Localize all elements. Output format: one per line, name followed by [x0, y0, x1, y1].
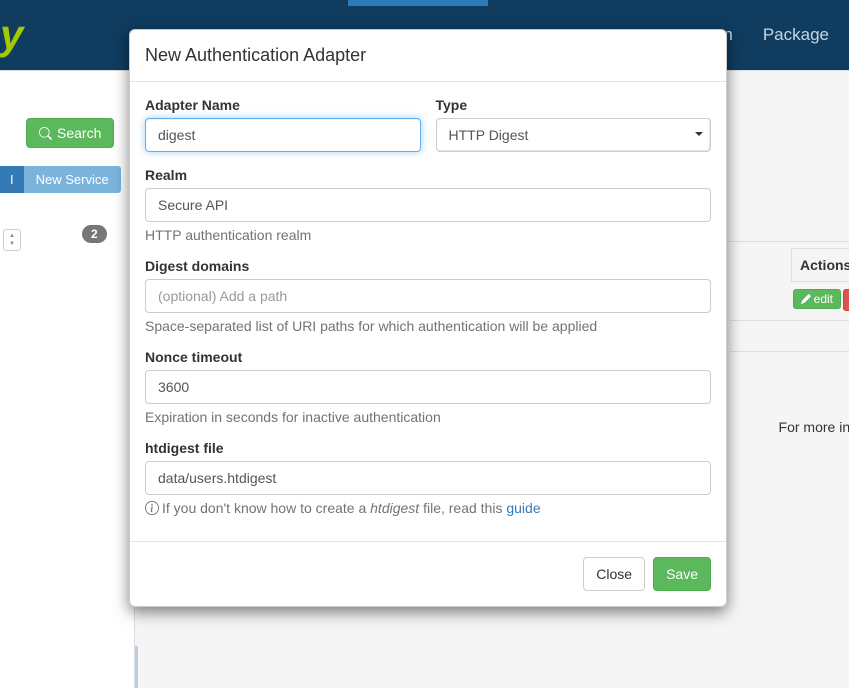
modal-title: New Authentication Adapter [145, 45, 711, 66]
count-badge: 2 [82, 225, 107, 243]
search-icon [39, 127, 52, 140]
new-service-button[interactable]: New Service [24, 166, 121, 193]
realm-help: HTTP authentication realm [145, 227, 711, 243]
adapter-name-input[interactable] [145, 118, 421, 152]
spinner-up-icon[interactable]: ▲ [9, 232, 15, 240]
type-label: Type [436, 97, 712, 113]
edit-button-label: edit [814, 292, 833, 306]
divider [730, 351, 849, 352]
type-select[interactable]: HTTP Digest [436, 118, 712, 152]
nonce-timeout-input[interactable] [145, 370, 711, 404]
htdigest-help-em: htdigest [370, 500, 419, 516]
authentication-adapter-modal: New Authentication Adapter Adapter Name … [129, 29, 727, 607]
pill-api-fragment[interactable]: I [0, 166, 24, 193]
save-button[interactable]: Save [653, 557, 711, 591]
modal-header: New Authentication Adapter [130, 30, 726, 82]
htdigest-help-suffix: file, read this [419, 500, 506, 516]
nav-item-package[interactable]: Package [763, 25, 829, 45]
search-button[interactable]: Search [26, 118, 114, 148]
table-header-actions: Actions [791, 248, 849, 282]
digest-domains-label: Digest domains [145, 258, 711, 274]
digest-domains-input[interactable] [145, 279, 711, 313]
digest-domains-help: Space-separated list of URI paths for wh… [145, 318, 711, 334]
logo-fragment: y [0, 11, 23, 59]
guide-link[interactable]: guide [506, 500, 540, 516]
more-info-text-fragment: For more inf [779, 419, 849, 435]
close-button[interactable]: Close [583, 557, 645, 591]
realm-label: Realm [145, 167, 711, 183]
nonce-timeout-help: Expiration in seconds for inactive authe… [145, 409, 711, 425]
vertical-accent [135, 646, 138, 688]
active-tab-indicator [348, 0, 488, 6]
realm-input[interactable] [145, 188, 711, 222]
sidebar [0, 71, 135, 688]
spinner-down-icon[interactable]: ▼ [9, 240, 15, 248]
delete-button-fragment[interactable] [843, 289, 849, 311]
modal-body: Adapter Name Type HTTP Digest Realm HTTP… [130, 82, 726, 541]
info-icon [145, 501, 159, 515]
adapter-name-label: Adapter Name [145, 97, 421, 113]
nonce-timeout-label: Nonce timeout [145, 349, 711, 365]
htdigest-label: htdigest file [145, 440, 711, 456]
pencil-icon [801, 294, 811, 304]
htdigest-help: If you don't know how to create a htdige… [145, 500, 711, 516]
edit-button[interactable]: edit [793, 289, 841, 309]
htdigest-help-prefix: If you don't know how to create a [162, 500, 370, 516]
modal-footer: Close Save [130, 541, 726, 606]
htdigest-input[interactable] [145, 461, 711, 495]
number-spinner[interactable]: ▲ ▼ [3, 229, 21, 251]
search-button-label: Search [57, 125, 101, 141]
